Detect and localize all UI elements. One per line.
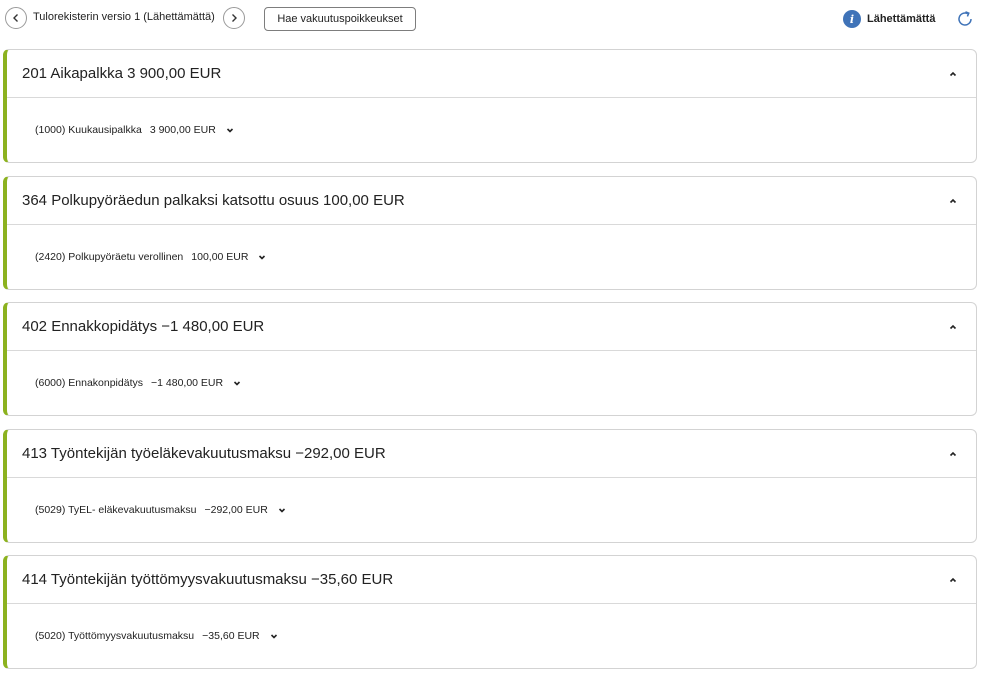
wage-type-label: (5020) Työttömyysvakuutusmaksu bbox=[35, 630, 195, 642]
income-type-card: 413 Työntekijän työeläkevakuutusmaksu −2… bbox=[3, 429, 977, 543]
fetch-insurance-exceptions-button[interactable]: Hae vakuutuspoikkeukset bbox=[264, 7, 416, 31]
previous-version-button[interactable] bbox=[5, 7, 27, 29]
card-header[interactable]: 402 Ennakkopidätys −1 480,00 EUR bbox=[7, 303, 976, 351]
card-header[interactable]: 201 Aikapalkka 3 900,00 EUR bbox=[7, 50, 976, 98]
wage-type-amount: −1 480,00 EUR bbox=[151, 377, 224, 389]
chevron-up-icon[interactable] bbox=[948, 196, 958, 206]
income-type-card: 201 Aikapalkka 3 900,00 EUR (1000) Kuukau… bbox=[3, 49, 977, 163]
card-header[interactable]: 413 Työntekijän työeläkevakuutusmaksu −2… bbox=[7, 430, 976, 478]
income-type-card: 414 Työntekijän työttömyysvakuutusmaksu … bbox=[3, 555, 977, 669]
card-body: (5029) TyEL- eläkevakuutusmaksu −292,00 E… bbox=[7, 478, 976, 542]
chevron-right-icon bbox=[232, 14, 237, 22]
card-header[interactable]: 414 Työntekijän työttömyysvakuutusmaksu … bbox=[7, 556, 976, 604]
chevron-up-icon[interactable] bbox=[948, 575, 958, 585]
card-body: (1000) Kuukausipalkka 3 900,00 EUR bbox=[7, 98, 976, 162]
chevron-down-icon[interactable] bbox=[257, 252, 267, 262]
card-body: (2420) Polkupyöräetu verollinen 100,00 EU… bbox=[7, 225, 976, 289]
next-version-button[interactable] bbox=[223, 7, 245, 29]
card-title: 413 Työntekijän työeläkevakuutusmaksu −2… bbox=[22, 445, 386, 462]
wage-type-amount: −35,60 EUR bbox=[202, 630, 260, 642]
wage-type-amount: 100,00 EUR bbox=[191, 251, 249, 263]
toolbar: Tulorekisterin versio 1 (Lähettämättä) H… bbox=[0, 0, 999, 40]
chevron-left-icon bbox=[13, 14, 18, 22]
card-title: 402 Ennakkopidätys −1 480,00 EUR bbox=[22, 318, 265, 335]
chevron-up-icon[interactable] bbox=[948, 322, 958, 332]
chevron-down-icon[interactable] bbox=[277, 505, 287, 515]
chevron-down-icon[interactable] bbox=[232, 378, 242, 388]
card-header[interactable]: 364 Polkupyöräedun palkaksi katsottu osu… bbox=[7, 177, 976, 225]
version-title: Tulorekisterin versio 1 (Lähettämättä) bbox=[33, 11, 215, 23]
income-type-card: 364 Polkupyöräedun palkaksi katsottu osu… bbox=[3, 176, 977, 290]
wage-type-amount: 3 900,00 EUR bbox=[149, 124, 216, 136]
status-text: Lähettämättä bbox=[867, 13, 936, 25]
info-icon: i bbox=[843, 10, 861, 28]
card-title: 414 Työntekijän työttömyysvakuutusmaksu … bbox=[22, 571, 394, 588]
card-body: (5020) Työttömyysvakuutusmaksu −35,60 EUR bbox=[7, 604, 976, 668]
card-title: 201 Aikapalkka 3 900,00 EUR bbox=[22, 65, 222, 82]
wage-type-label: (5029) TyEL- eläkevakuutusmaksu bbox=[35, 504, 197, 516]
chevron-up-icon[interactable] bbox=[948, 449, 958, 459]
chevron-up-icon[interactable] bbox=[948, 69, 958, 79]
income-type-card: 402 Ennakkopidätys −1 480,00 EUR (6000) E… bbox=[3, 302, 977, 416]
chevron-down-icon[interactable] bbox=[225, 125, 235, 135]
wage-type-label: (6000) Ennakonpidätys bbox=[35, 377, 143, 389]
card-title: 364 Polkupyöräedun palkaksi katsottu osu… bbox=[22, 192, 405, 209]
wage-type-amount: −292,00 EUR bbox=[204, 504, 268, 516]
wage-type-label: (2420) Polkupyöräetu verollinen bbox=[35, 251, 184, 263]
card-body: (6000) Ennakonpidätys −1 480,00 EUR bbox=[7, 351, 976, 415]
status-indicator: i Lähettämättä bbox=[843, 9, 935, 29]
wage-type-label: (1000) Kuukausipalkka bbox=[35, 124, 142, 136]
refresh-icon[interactable] bbox=[955, 9, 975, 29]
chevron-down-icon[interactable] bbox=[269, 631, 279, 641]
